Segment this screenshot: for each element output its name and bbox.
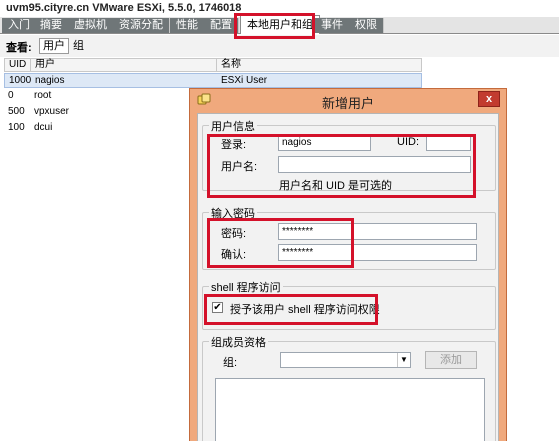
dialog-titlebar[interactable]: 新增用户 x bbox=[190, 89, 506, 112]
group-member-list[interactable] bbox=[215, 378, 485, 441]
tab-configuration[interactable]: 配置 bbox=[204, 18, 239, 33]
row-user: root bbox=[34, 90, 52, 101]
close-icon: x bbox=[485, 93, 493, 105]
user-info-legend: 用户信息 bbox=[209, 118, 257, 134]
shell-access-legend: shell 程序访问 bbox=[209, 279, 283, 295]
tab-virtual-machines[interactable]: 虚拟机 bbox=[68, 18, 114, 33]
row-uid: 500 bbox=[8, 106, 25, 117]
user-info-group: 用户信息 登录: UID: 用户名: 用户名和 UID 是可选的 bbox=[202, 118, 496, 192]
row-user: vpxuser bbox=[34, 106, 70, 117]
tab-performance[interactable]: 性能 bbox=[170, 18, 205, 33]
close-button[interactable]: x bbox=[478, 91, 500, 107]
group-select[interactable]: ▼ bbox=[280, 352, 411, 368]
dialog-body: 用户信息 登录: UID: 用户名: 用户名和 UID 是可选的 输入密码 密码… bbox=[197, 113, 499, 441]
password-input[interactable] bbox=[278, 223, 477, 240]
column-header-uid[interactable]: UID bbox=[5, 59, 31, 71]
chevron-down-icon[interactable]: ▼ bbox=[397, 353, 410, 367]
view-label: 查看: bbox=[6, 42, 32, 54]
password-label: 密码: bbox=[221, 228, 247, 240]
group-membership-legend: 组成员资格 bbox=[209, 334, 268, 350]
check-icon: ✔ bbox=[213, 302, 222, 313]
shell-access-label[interactable]: 授予该用户 shell 程序访问权限 bbox=[230, 301, 380, 317]
row-user: nagios bbox=[35, 75, 65, 86]
uid-label: UID: bbox=[397, 136, 419, 148]
view-users-button[interactable]: 用户 bbox=[39, 38, 69, 54]
user-list-header: UID 用户 名称 bbox=[4, 58, 422, 72]
view-groups-button[interactable]: 组 bbox=[69, 38, 88, 54]
column-header-name[interactable]: 名称 bbox=[217, 59, 241, 71]
login-label: 登录: bbox=[221, 139, 247, 151]
tab-resource-allocation[interactable]: 资源分配 bbox=[113, 18, 170, 33]
tab-events[interactable]: 事件 bbox=[315, 18, 350, 33]
tab-summary[interactable]: 摘要 bbox=[34, 18, 69, 33]
password-legend: 输入密码 bbox=[209, 205, 257, 221]
optional-note: 用户名和 UID 是可选的 bbox=[279, 180, 393, 192]
confirm-label: 确认: bbox=[221, 249, 247, 261]
username-input[interactable] bbox=[278, 156, 471, 173]
confirm-password-input[interactable] bbox=[278, 244, 477, 261]
row-uid: 100 bbox=[8, 122, 25, 133]
shell-access-checkbox[interactable]: ✔ bbox=[212, 302, 223, 313]
add-user-dialog: 新增用户 x 用户信息 登录: UID: 用户名: 用户名和 UID 是可选的 … bbox=[189, 88, 507, 441]
row-uid: 0 bbox=[8, 90, 14, 101]
password-group: 输入密码 密码: 确认: bbox=[202, 205, 496, 270]
tab-bar: 入门 摘要 虚拟机 资源分配 性能 配置 本地用户和组 事件 权限 bbox=[0, 15, 559, 34]
view-bar: 查看: 用户 组 bbox=[0, 35, 559, 57]
row-uid: 1000 bbox=[9, 75, 32, 86]
tab-getting-started[interactable]: 入门 bbox=[2, 18, 37, 33]
login-input[interactable] bbox=[278, 134, 371, 151]
column-header-user[interactable]: 用户 bbox=[31, 59, 217, 71]
dialog-title: 新增用户 bbox=[321, 96, 374, 111]
shell-access-group: shell 程序访问 ✔ 授予该用户 shell 程序访问权限 bbox=[202, 279, 496, 330]
group-label: 组: bbox=[223, 357, 238, 369]
row-name: ESXi User bbox=[221, 75, 268, 86]
add-group-button[interactable]: 添加 bbox=[425, 351, 477, 369]
tab-local-users-groups[interactable]: 本地用户和组 bbox=[240, 15, 320, 34]
table-row[interactable]: 1000 nagios ESXi User bbox=[4, 73, 422, 88]
row-user: dcui bbox=[34, 122, 53, 133]
group-membership-group: 组成员资格 组: ▼ 添加 bbox=[202, 334, 496, 441]
uid-input[interactable] bbox=[426, 134, 471, 151]
tab-permissions[interactable]: 权限 bbox=[349, 18, 384, 33]
username-label: 用户名: bbox=[221, 161, 258, 173]
